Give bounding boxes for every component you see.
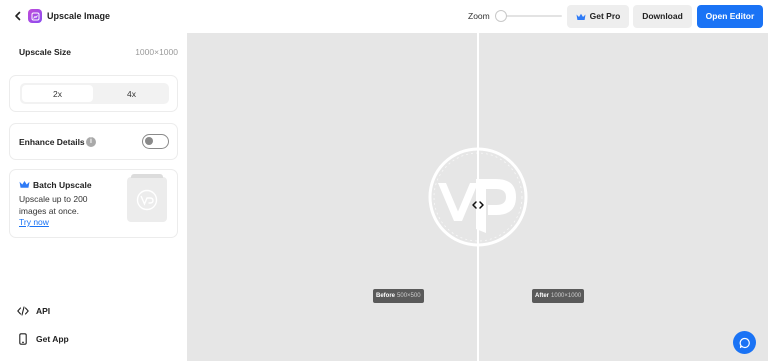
zoom-slider-thumb[interactable] [495,10,507,22]
info-icon[interactable]: i [86,137,96,147]
get-pro-label: Get Pro [589,11,621,21]
enhance-details-label: Enhance Details [19,137,85,147]
scale-option-2x[interactable]: 2x [22,85,93,102]
top-bar: Upscale Image Zoom Get Pro Download Open… [0,0,768,33]
upscale-size-label: Upscale Size [19,47,71,57]
before-tag: Before 500×500 [373,289,424,303]
batch-description-line1: Upscale up to 200 [19,194,88,204]
after-size: 1000×1000 [551,293,582,299]
get-app-link[interactable]: Get App [17,333,69,345]
back-button[interactable] [11,9,25,23]
scale-card: 2x 4x [9,75,178,112]
api-link[interactable]: API [17,305,50,317]
crown-icon [19,180,30,189]
after-tag: After 1000×1000 [532,289,585,303]
code-icon [17,305,29,317]
zoom-slider-track[interactable] [502,15,562,17]
sidebar: Upscale Size 1000×1000 2x 4x Enhance Det… [0,33,187,361]
batch-preview-thumbnail [127,174,167,222]
chevron-left-icon [15,11,21,21]
scale-segmented-control: 2x 4x [20,83,169,104]
toggle-knob [145,137,153,145]
scale-option-4x[interactable]: 4x [96,85,167,102]
batch-upscale-card: Batch Upscale Upscale up to 200 images a… [9,169,178,238]
after-label: After [535,293,550,299]
image-compare-canvas[interactable]: Before 500×500 After 1000×1000 [187,33,768,361]
before-size: 500×500 [397,293,421,299]
phone-icon [17,333,29,345]
enhance-details-card: Enhance Details i [9,123,178,160]
batch-upscale-title: Batch Upscale [33,180,92,190]
vp-logo-icon [136,189,158,210]
compare-divider[interactable] [477,33,479,361]
batch-description-line2: images at once. [19,206,80,216]
zoom-label: Zoom [468,11,490,21]
chat-support-button[interactable] [733,331,756,354]
api-label: API [36,305,51,316]
compare-handle-icon[interactable] [470,199,486,211]
chat-icon [739,337,750,348]
crown-icon [576,13,586,21]
before-label: Before [376,293,396,299]
page-title: Upscale Image [47,11,111,21]
get-app-label: Get App [36,333,69,344]
try-now-link[interactable]: Try now [19,217,49,228]
upscale-app-icon [28,9,42,23]
open-editor-button[interactable]: Open Editor [697,5,763,28]
enhance-details-toggle[interactable] [142,134,169,149]
get-pro-button[interactable]: Get Pro [567,5,629,28]
upscale-size-value: 1000×1000 [135,47,178,57]
download-button[interactable]: Download [633,5,692,28]
